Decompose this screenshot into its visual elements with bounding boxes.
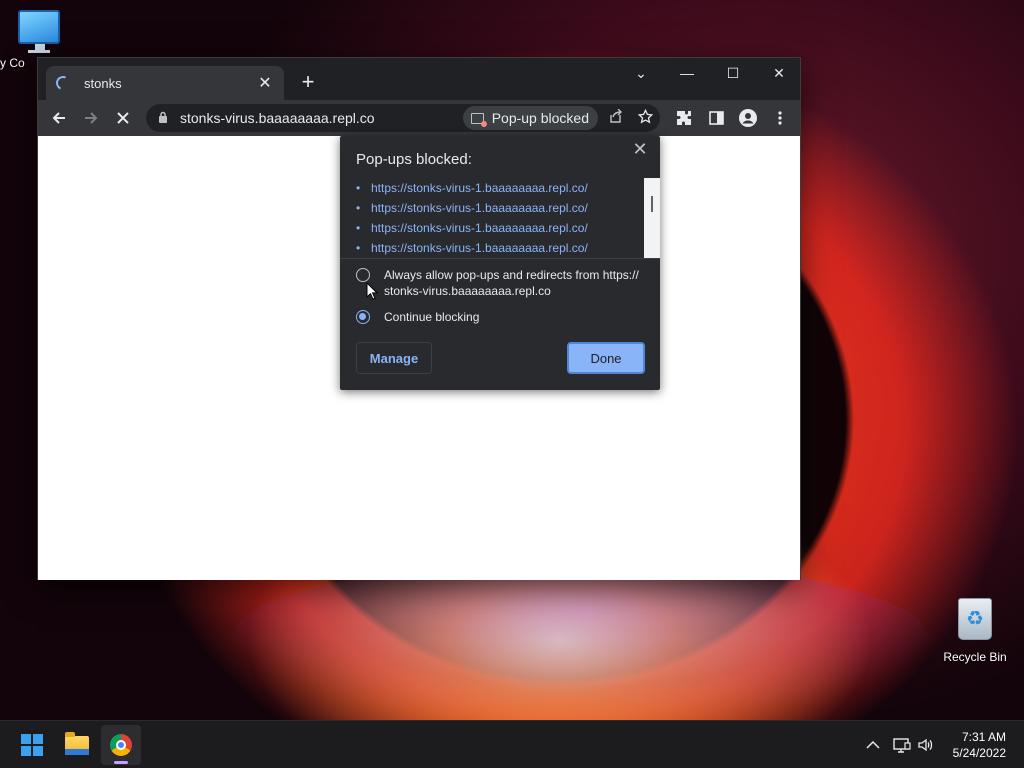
desktop-icon-label: My Co	[0, 56, 25, 70]
recycle-bin-icon: ♻	[958, 598, 992, 640]
chevron-up-icon	[866, 740, 880, 749]
clock[interactable]: 7:31 AM 5/24/2022	[953, 729, 1006, 761]
stop-loading-button[interactable]	[107, 102, 139, 134]
network-icon	[893, 738, 911, 753]
taskbar: 7:31 AM 5/24/2022	[0, 720, 1024, 768]
title-bar: stonks ✕ + ⌄ — ☐ ✕	[38, 58, 800, 100]
maximize-button[interactable]: ☐	[710, 58, 756, 88]
back-button[interactable]	[43, 102, 75, 134]
bubble-close-icon[interactable]: ✕	[630, 139, 650, 160]
clock-date: 5/24/2022	[952, 746, 1006, 760]
show-hidden-icons-button[interactable]	[866, 721, 880, 768]
extensions-icon	[677, 111, 691, 125]
tab-search-button[interactable]: ⌄	[618, 58, 664, 88]
windows-logo-icon	[21, 734, 43, 756]
blocked-popup-list: https://stonks-virus-1.baaaaaaaa.repl.co…	[356, 178, 643, 258]
desktop-icon-recycle-bin[interactable]: ♻ Recycle Bin	[940, 598, 1010, 664]
volume-button[interactable]	[917, 721, 935, 768]
active-indicator	[114, 761, 128, 764]
monitor-stand	[28, 50, 50, 53]
list-item: https://stonks-virus-1.baaaaaaaa.repl.co…	[356, 178, 643, 198]
done-button[interactable]: Done	[567, 342, 645, 374]
lock-icon[interactable]	[158, 111, 168, 126]
extensions-button[interactable]	[668, 102, 700, 134]
menu-button[interactable]	[764, 102, 796, 134]
browser-tab[interactable]: stonks ✕	[46, 66, 284, 100]
always-allow-label: Always allow pop-ups and redirects from …	[384, 267, 639, 299]
option-continue-blocking[interactable]: Continue blocking	[356, 309, 479, 325]
option-always-allow[interactable]: Always allow pop-ups and redirects from …	[356, 267, 639, 299]
divider	[340, 258, 660, 259]
start-button[interactable]	[12, 725, 52, 765]
loading-spinner-icon	[54, 74, 72, 92]
profile-icon	[739, 109, 757, 127]
url-text[interactable]: stonks-virus.baaaaaaaa.repl.co	[180, 110, 463, 126]
browser-toolbar: stonks-virus.baaaaaaaa.repl.co Pop-up bl…	[38, 100, 800, 136]
scrollbar-thumb[interactable]	[651, 196, 653, 212]
blocked-popup-link[interactable]: https://stonks-virus-1.baaaaaaaa.repl.co…	[371, 221, 588, 235]
star-icon[interactable]	[630, 108, 660, 128]
continue-blocking-radio[interactable]	[356, 310, 370, 324]
file-explorer-button[interactable]	[57, 725, 97, 765]
back-arrow-icon	[52, 112, 65, 124]
chrome-taskbar-button[interactable]	[101, 725, 141, 765]
address-bar[interactable]: stonks-virus.baaaaaaaa.repl.co Pop-up bl…	[146, 104, 660, 132]
manage-button[interactable]: Manage	[356, 342, 432, 374]
list-item: https://stonks-virus-1.baaaaaaaa.repl.co…	[356, 218, 643, 238]
popup-blocked-chip[interactable]: Pop-up blocked	[462, 106, 598, 130]
network-button[interactable]	[893, 721, 911, 768]
blocked-popup-link[interactable]: https://stonks-virus-1.baaaaaaaa.repl.co…	[371, 181, 588, 195]
folder-icon	[65, 731, 89, 755]
list-scrollbar[interactable]	[644, 178, 660, 258]
mouse-cursor-icon	[366, 282, 378, 300]
share-icon[interactable]	[600, 108, 630, 127]
continue-blocking-label: Continue blocking	[384, 310, 480, 324]
profile-button[interactable]	[732, 102, 764, 134]
close-window-button[interactable]: ✕	[756, 58, 802, 88]
popup-blocked-bubble: Pop-ups blocked: ✕ https://stonks-virus-…	[340, 136, 660, 390]
tab-close-icon[interactable]: ✕	[256, 73, 274, 93]
desktop-icon-label: Recycle Bin	[943, 650, 1007, 664]
volume-icon	[918, 738, 933, 752]
monitor-icon	[18, 10, 60, 50]
list-item: https://stonks-virus-1.baaaaaaaa.repl.co…	[356, 198, 643, 218]
blocked-popup-link[interactable]: https://stonks-virus-1.baaaaaaaa.repl.co…	[371, 241, 588, 255]
side-panel-icon	[708, 111, 724, 125]
bubble-title: Pop-ups blocked:	[356, 151, 472, 168]
always-allow-label-line2: stonks-virus.baaaaaaaa.repl.co	[384, 284, 551, 298]
popup-blocked-icon	[470, 112, 487, 127]
chrome-icon	[110, 734, 132, 756]
minimize-button[interactable]: —	[664, 58, 710, 88]
clock-time: 7:31 AM	[961, 730, 1006, 744]
stop-loading-icon	[117, 112, 129, 124]
forward-button[interactable]	[75, 102, 107, 134]
tab-title: stonks	[84, 75, 122, 91]
wallpaper-glow	[230, 560, 930, 720]
blocked-popup-link[interactable]: https://stonks-virus-1.baaaaaaaa.repl.co…	[371, 201, 588, 215]
forward-arrow-icon	[85, 112, 98, 124]
list-item: https://stonks-virus-1.baaaaaaaa.repl.co…	[356, 238, 643, 258]
new-tab-button[interactable]: +	[296, 71, 320, 93]
side-panel-button[interactable]	[700, 102, 732, 134]
popup-blocked-chip-label: Pop-up blocked	[491, 110, 589, 126]
always-allow-label-line1: Always allow pop-ups and redirects from …	[384, 268, 639, 282]
always-allow-radio[interactable]	[356, 268, 370, 282]
menu-dots-icon	[778, 111, 782, 125]
